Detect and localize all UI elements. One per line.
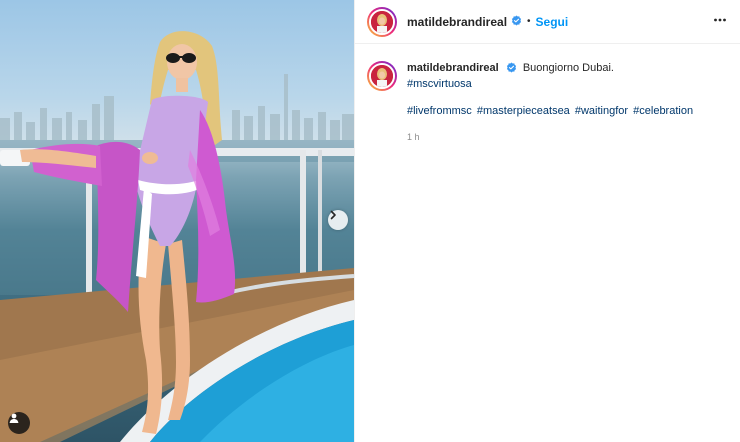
verified-badge-icon bbox=[511, 13, 522, 31]
post-timestamp[interactable]: 1 h bbox=[407, 130, 727, 144]
caption-avatar[interactable] bbox=[367, 61, 397, 91]
post-media[interactable] bbox=[0, 0, 354, 442]
verified-badge-icon bbox=[506, 62, 517, 77]
follow-button[interactable]: Segui bbox=[536, 15, 569, 29]
user-tags-button[interactable] bbox=[8, 412, 30, 434]
post-details-panel: matildebrandireal • Segui matildebrandir… bbox=[354, 0, 740, 442]
hashtag-link[interactable]: #waitingfor bbox=[575, 105, 628, 117]
avatar-image bbox=[369, 63, 395, 89]
more-options-icon bbox=[714, 18, 726, 22]
hashtag-link[interactable]: #livefrommsc bbox=[407, 105, 472, 117]
post-photo bbox=[0, 31, 354, 442]
hashtag-link[interactable]: #mscvirtuosa bbox=[407, 78, 472, 90]
avatar-image bbox=[369, 8, 395, 35]
hashtag-link[interactable]: #masterpieceatsea bbox=[477, 105, 570, 117]
hashtag-link[interactable]: #celebration bbox=[633, 105, 693, 117]
caption-body: matildebrandireal Buongiorno Dubai. #msc… bbox=[407, 61, 727, 144]
avatar[interactable] bbox=[367, 6, 397, 37]
chevron-right-icon bbox=[330, 210, 336, 220]
user-tag-icon bbox=[9, 413, 19, 423]
separator-dot: • bbox=[527, 16, 531, 27]
more-options-button[interactable] bbox=[713, 13, 727, 32]
caption: matildebrandireal Buongiorno Dubai. #msc… bbox=[367, 61, 727, 144]
caption-text: Buongiorno Dubai. bbox=[522, 62, 614, 74]
hashtag-list: #livefrommsc #masterpieceatsea #waitingf… bbox=[407, 104, 727, 118]
header-username[interactable]: matildebrandireal bbox=[407, 15, 507, 29]
caption-username[interactable]: matildebrandireal bbox=[407, 62, 499, 74]
next-media-button[interactable] bbox=[328, 210, 348, 230]
post-header: matildebrandireal • Segui bbox=[355, 0, 740, 44]
